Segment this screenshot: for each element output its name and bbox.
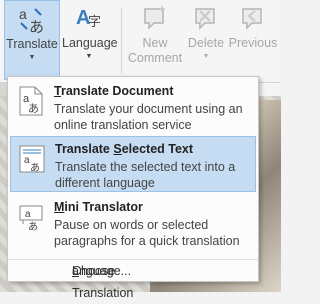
menu-item-description: Pause on words or selected paragraphs fo… (54, 218, 240, 248)
menu-item-title: Translate Document (54, 84, 174, 98)
svg-text:字: 字 (88, 15, 101, 30)
language-button[interactable]: A 字 Language ▼ (62, 0, 118, 80)
ribbon-separator (121, 8, 122, 74)
new-comment-label-line2: Comment (127, 51, 183, 65)
svg-text:あ: あ (28, 221, 38, 232)
menu-item-translate-document[interactable]: a あ Translate Document Translate your do… (10, 79, 256, 135)
delete-button[interactable]: Delete ▼ (186, 0, 226, 80)
menu-item-mini-translator[interactable]: a あ Mini Translator Pause on words or se… (10, 195, 256, 251)
language-icon: A 字 (76, 7, 101, 30)
svg-text:a: a (25, 209, 31, 220)
delete-label: Delete (187, 36, 225, 50)
menu-item-description: Translate the selected text into a diffe… (55, 160, 236, 190)
menu-item-description: Translate your document using an online … (54, 102, 243, 132)
menu-item-choose-translation-language[interactable]: Choose Translation Language... (8, 259, 258, 300)
menu-item-translate-selected-text[interactable]: a あ Translate Selected Text Translate th… (10, 136, 256, 192)
translate-label: Translate (6, 37, 58, 51)
translate-document-icon: a あ (19, 86, 43, 116)
translate-button[interactable]: a あ Translate ▼ (4, 0, 60, 80)
new-comment-icon (144, 6, 165, 30)
dropdown-caret-icon: ▼ (28, 54, 36, 61)
ribbon: a あ Translate ▼ A 字 Language ▼ New Comme… (0, 0, 281, 83)
delete-comment-icon (195, 8, 215, 30)
translate-menu: a あ Translate Document Translate your do… (7, 76, 259, 300)
menu-item-title: Mini Translator (54, 200, 143, 214)
previous-label: Previous (228, 36, 278, 50)
svg-text:あ: あ (28, 102, 39, 115)
svg-text:あ: あ (29, 18, 44, 35)
previous-comment-icon (242, 8, 262, 30)
previous-button[interactable]: Previous (227, 0, 279, 80)
svg-text:a: a (19, 6, 27, 22)
language-label: Language (62, 36, 118, 50)
dropdown-caret-icon: ▼ (202, 53, 210, 60)
translate-selection-icon: a あ (19, 145, 45, 174)
new-comment-button[interactable]: New Comment (124, 0, 186, 80)
mini-translator-icon: a あ (19, 205, 43, 232)
translate-icon: a あ (19, 6, 44, 35)
new-comment-label-line1: New (142, 36, 168, 50)
dropdown-caret-icon: ▼ (85, 53, 93, 60)
svg-text:あ: あ (30, 162, 40, 174)
menu-item-title: Translate Selected Text (55, 142, 194, 156)
